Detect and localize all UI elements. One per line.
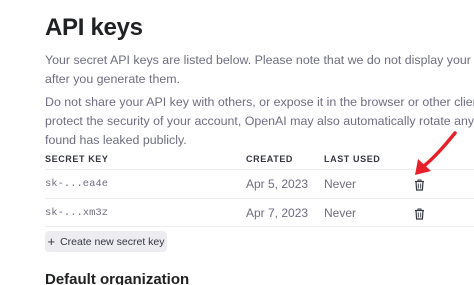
last-used-value: Never (324, 177, 357, 191)
secret-key-value: sk-...xm3z (45, 207, 109, 219)
api-keys-page: API keys Your secret API keys are listed… (0, 0, 474, 285)
red-arrow-annotation (415, 131, 457, 175)
page-title: API keys (45, 14, 143, 41)
section-heading-default-organization: Default organization (45, 271, 190, 285)
created-date: Apr 7, 2023 (246, 206, 309, 220)
create-secret-key-button[interactable]: + Create new secret key (45, 231, 167, 252)
warning-line: Do not share your API key with others, o… (45, 95, 474, 109)
table-row: sk-...xm3z Apr 7, 2023 Never (45, 198, 474, 227)
create-secret-key-label: Create new secret key (60, 235, 165, 248)
last-used-value: Never (324, 206, 357, 220)
secret-key-value: sk-...ea4e (45, 178, 109, 190)
warning-line: protect the security of your account, Op… (45, 114, 474, 128)
header-created: CREATED (246, 154, 294, 164)
header-last-used: LAST USED (324, 154, 381, 164)
plus-icon: + (47, 234, 56, 249)
intro-text: Your secret API keys are listed below. P… (45, 51, 474, 89)
intro-line: after you generate them. (45, 72, 181, 86)
header-secret-key: SECRET KEY (45, 154, 109, 164)
intro-line: Your secret API keys are listed below. P… (45, 53, 474, 67)
trash-icon[interactable] (414, 207, 425, 220)
created-date: Apr 5, 2023 (246, 177, 309, 191)
